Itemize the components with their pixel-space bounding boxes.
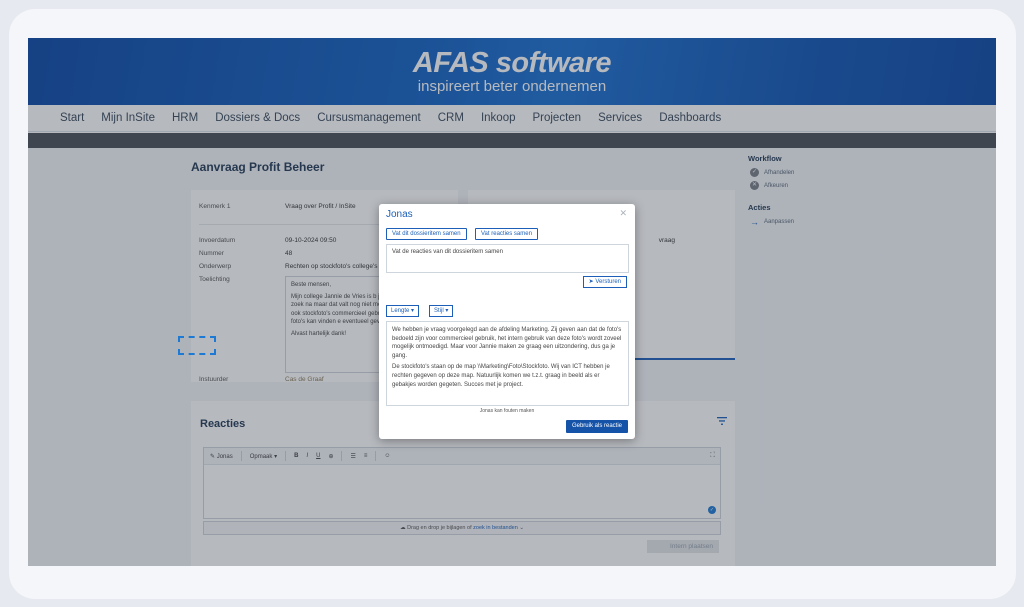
summarize-item-button[interactable]: Vat dit dossieritem samen [386,228,467,240]
use-as-reply-button[interactable]: Gebruik als reactie [565,420,628,433]
length-dropdown[interactable]: Lengte ▾ [386,305,420,317]
generated-response[interactable]: We hebben je vraag voorgelegd aan de afd… [386,321,629,406]
browser-screen: AFAS software inspireert beter onderneme… [28,38,996,566]
close-icon[interactable]: ✕ [619,208,627,219]
length-label: Lengte [391,308,410,314]
dialog-title: Jonas [386,209,413,220]
disclaimer-note: Jonas kan fouten maken [479,408,535,414]
style-dropdown[interactable]: Stijl ▾ [429,305,454,317]
summarize-replies-button[interactable]: Vat reacties samen [475,228,538,240]
jonas-dialog: Jonas ✕ Vat dit dossieritem samen Vat re… [379,204,635,439]
response-paragraph: We hebben je vraag voorgelegd aan de afd… [392,327,622,359]
response-paragraph: De stockfoto's staan op de map \\Marketi… [392,364,610,388]
prompt-input[interactable]: Vat de reacties van dit dossieritem same… [386,244,629,273]
style-label: Stijl [434,308,444,314]
send-button[interactable]: ➤ Versturen [582,276,627,288]
jonas-highlight-box [178,336,216,355]
send-label: Versturen [595,279,621,285]
